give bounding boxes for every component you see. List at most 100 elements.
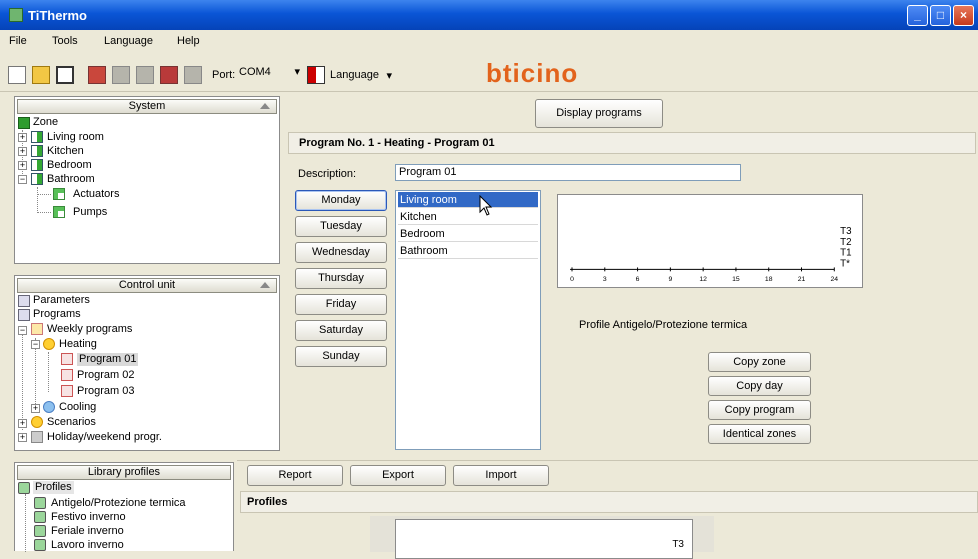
description-input[interactable]: Program 01 [395, 164, 741, 181]
tool-icon[interactable] [112, 66, 130, 84]
zone-list-item[interactable]: Kitchen [398, 209, 538, 225]
tree-line [25, 494, 26, 552]
tree-item-bathroom[interactable]: Bathroom [47, 173, 95, 186]
tree-line [22, 326, 23, 430]
collapse-icon[interactable]: − [18, 175, 27, 184]
tree-item-festivo[interactable]: Festivo inverno [51, 511, 126, 524]
day-button-monday[interactable]: Monday [295, 190, 387, 211]
control-unit-header[interactable]: Control unit [17, 278, 277, 293]
language-select[interactable]: Language ▾ [330, 69, 392, 82]
menu-language[interactable]: Language [104, 35, 153, 47]
day-button-sunday[interactable]: Sunday [295, 346, 387, 367]
tree-line [37, 194, 51, 195]
day-button-wednesday[interactable]: Wednesday [295, 242, 387, 263]
tree-item-actuators[interactable]: Actuators [73, 188, 119, 201]
window-title: TiThermo [28, 8, 87, 23]
zone-list-item[interactable]: Bedroom [398, 226, 538, 242]
export-button[interactable]: Export [350, 465, 446, 486]
save-icon[interactable] [56, 66, 74, 84]
tool-icon[interactable] [136, 66, 154, 84]
day-button-friday[interactable]: Friday [295, 294, 387, 315]
tree-item-program-02[interactable]: Program 02 [77, 369, 134, 382]
expand-icon[interactable]: + [18, 161, 27, 170]
profiles-title: Profiles [247, 496, 288, 508]
menu-bar: File Tools Language Help [0, 30, 978, 52]
zone-list-item[interactable]: Living room [398, 192, 538, 208]
tree-item-parameters[interactable]: Parameters [33, 294, 90, 307]
collapse-icon[interactable]: − [18, 326, 27, 335]
tree-item-pumps[interactable]: Pumps [73, 206, 107, 219]
tree-item-program-03[interactable]: Program 03 [77, 385, 134, 398]
port-label: Port: [212, 69, 236, 81]
expand-icon[interactable]: + [18, 433, 27, 442]
tree-item-feriale[interactable]: Feriale inverno [51, 525, 124, 538]
tree-line [48, 352, 49, 392]
new-file-icon[interactable] [8, 66, 26, 84]
program-icon [61, 385, 73, 397]
tree-item-lavoro[interactable]: Lavoro inverno [51, 539, 124, 552]
system-header[interactable]: System [17, 99, 277, 114]
expand-icon[interactable]: + [18, 419, 27, 428]
menu-file[interactable]: File [9, 35, 27, 47]
display-programs-button[interactable]: Display programs [535, 99, 663, 128]
collapse-icon[interactable] [260, 103, 270, 109]
profiles-icon [18, 482, 30, 494]
library-profiles-header[interactable]: Library profiles [17, 465, 231, 480]
import-button[interactable]: Import [453, 465, 549, 486]
delete-icon[interactable] [88, 66, 106, 84]
day-button-tuesday[interactable]: Tuesday [295, 216, 387, 237]
tree-item-kitchen[interactable]: Kitchen [47, 145, 84, 158]
tree-item-living-room[interactable]: Living room [47, 131, 104, 144]
tree-item-profiles[interactable]: Profiles [33, 481, 74, 494]
expand-icon[interactable]: + [18, 147, 27, 156]
program-icon [61, 353, 73, 365]
copy-day-button[interactable]: Copy day [708, 376, 811, 396]
tree-line [37, 187, 38, 213]
menu-tools[interactable]: Tools [52, 35, 78, 47]
system-header-label: System [128, 100, 166, 112]
zone-list-item[interactable]: Bathroom [398, 243, 538, 259]
system-panel: System Zone + Living room + Kitchen + Be… [14, 96, 280, 264]
expand-icon[interactable]: + [31, 404, 40, 413]
day-button-saturday[interactable]: Saturday [295, 320, 387, 341]
minimize-button[interactable]: _ [907, 5, 928, 26]
room-icon [31, 159, 43, 171]
profile-icon [34, 539, 46, 551]
tree-item-bedroom[interactable]: Bedroom [47, 159, 92, 172]
tree-item-heating[interactable]: Heating [59, 338, 97, 351]
report-button[interactable]: Report [247, 465, 343, 486]
chart-tick-label: 0 [570, 276, 574, 283]
collapse-icon[interactable]: − [31, 340, 40, 349]
port-value: COM4 [239, 66, 271, 78]
copy-zone-button[interactable]: Copy zone [708, 352, 811, 372]
tree-item-cooling[interactable]: Cooling [59, 401, 96, 414]
zone-list[interactable]: Living room Kitchen Bedroom Bathroom [395, 190, 541, 450]
program-editor: Display programs Program No. 1 - Heating… [284, 96, 978, 456]
tree-item-programs[interactable]: Programs [33, 308, 81, 321]
tree-item-weekly-programs[interactable]: Weekly programs [47, 323, 132, 336]
tree-item-holiday[interactable]: Holiday/weekend progr. [47, 431, 162, 444]
tree-item-scenarios[interactable]: Scenarios [47, 416, 96, 429]
brand-logo: bticino [486, 58, 579, 88]
day-button-thursday[interactable]: Thursday [295, 268, 387, 289]
port-select[interactable]: COM4 ▾ [236, 65, 302, 84]
copy-program-button[interactable]: Copy program [708, 400, 811, 420]
expand-icon[interactable]: + [18, 133, 27, 142]
tree-item-antigelo[interactable]: Antigelo/Protezione termica [51, 497, 186, 510]
close-button[interactable]: × [953, 5, 974, 26]
open-folder-icon[interactable] [32, 66, 50, 84]
receive-icon[interactable] [184, 66, 202, 84]
chart-tick-label: 3 [603, 276, 607, 283]
identical-zones-button[interactable]: Identical zones [708, 424, 811, 444]
tree-item-zone[interactable]: Zone [33, 116, 58, 129]
profile-icon [34, 525, 46, 537]
pump-icon [53, 206, 65, 218]
control-unit-panel: Control unit Parameters Programs − Weekl… [14, 275, 280, 451]
chart-tick-label: 24 [830, 276, 838, 283]
menu-help[interactable]: Help [177, 35, 200, 47]
send-icon[interactable] [160, 66, 178, 84]
profile-icon [34, 511, 46, 523]
tree-item-program-01[interactable]: Program 01 [77, 353, 139, 366]
collapse-icon[interactable] [260, 282, 270, 288]
maximize-button[interactable]: □ [930, 5, 951, 26]
